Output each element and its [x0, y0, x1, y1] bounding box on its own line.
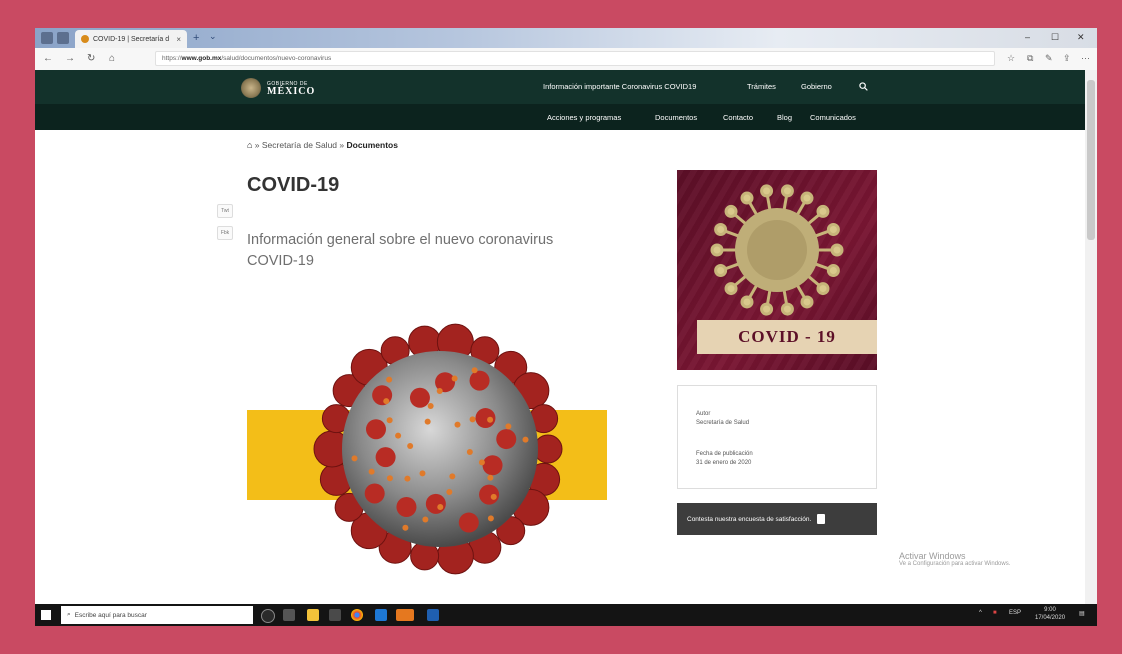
page-title: COVID-19	[247, 174, 340, 196]
store-icon[interactable]	[329, 609, 341, 621]
covid-side-image[interactable]: COVID - 19	[677, 170, 877, 370]
tray-language[interactable]: ESP	[1009, 610, 1021, 616]
windows-taskbar: ⌕ Escribe aquí para buscar ^ ■ ESP 9:00 …	[35, 604, 1097, 626]
maximize-button[interactable]: ☐	[1051, 32, 1059, 43]
tab-close-icon[interactable]: ×	[176, 35, 181, 44]
minimize-button[interactable]: –	[1025, 32, 1030, 42]
gobierno-logo[interactable]: GOBIERNO DE MÉXICO	[241, 78, 315, 98]
document-meta-box: Autor Secretaría de Salud Fecha de publi…	[677, 385, 877, 489]
share-twitter-button[interactable]: Twt	[217, 204, 233, 218]
scrollbar-thumb[interactable]	[1087, 80, 1095, 240]
hero-image	[247, 318, 607, 578]
windows-start-icon[interactable]	[41, 610, 51, 620]
tray-clock[interactable]: 9:00 17/04/2020	[1035, 606, 1065, 622]
tab-actions-icon[interactable]	[41, 32, 53, 44]
clipboard-icon	[817, 514, 826, 524]
desktop-screen: COVID-19 | Secretaría d × + ⌄ – ☐ ✕ ← → …	[35, 28, 1097, 626]
nav-covid-info[interactable]: Información importante Coronavirus COVID…	[543, 82, 696, 91]
share-icon[interactable]: ⇪	[1063, 53, 1071, 64]
url-domain: www.gob.mx	[181, 55, 222, 62]
side-image-label: COVID - 19	[697, 320, 877, 354]
edge-icon[interactable]	[375, 609, 387, 621]
tab-menu-icon[interactable]: ⌄	[209, 31, 217, 42]
taskbar-search-input[interactable]: ⌕ Escribe aquí para buscar	[61, 606, 253, 624]
cortana-icon[interactable]	[261, 609, 275, 623]
favicon-icon	[81, 35, 89, 43]
url-path: /salud/documentos/nuevo-coronavirus	[221, 55, 332, 62]
seal-icon	[241, 78, 261, 98]
collections-icon[interactable]: ⧉	[1027, 53, 1033, 64]
subnav-blog[interactable]: Blog	[777, 113, 792, 122]
file-explorer-icon[interactable]	[307, 609, 319, 621]
survey-label: Contesta nuestra encuesta de satisfacció…	[687, 515, 812, 523]
back-button[interactable]: ←	[43, 53, 53, 64]
address-bar-row: ← → ↻ ⌂ https://www.gob.mx/salud/documen…	[35, 48, 1097, 71]
survey-button[interactable]: Contesta nuestra encuesta de satisfacció…	[677, 503, 877, 535]
search-icon: ⌕	[67, 611, 71, 618]
more-icon[interactable]: ⋯	[1081, 53, 1090, 64]
outlook-icon[interactable]	[427, 609, 439, 621]
url-prefix: https://	[162, 55, 182, 62]
subnav-comunicados[interactable]: Comunicados	[810, 113, 856, 122]
date-label: Fecha de publicación	[696, 451, 753, 457]
tab-back-icon[interactable]	[57, 32, 69, 44]
site-subnav: Acciones y programas Documentos Contacto…	[35, 104, 1085, 130]
author-value: Secretaría de Salud	[696, 420, 750, 426]
url-input[interactable]: https://www.gob.mx/salud/documentos/nuev…	[155, 51, 995, 66]
share-facebook-button[interactable]: Fbk	[217, 226, 233, 240]
task-view-icon[interactable]	[283, 609, 295, 621]
new-tab-button[interactable]: +	[193, 32, 199, 44]
home-button[interactable]: ⌂	[109, 53, 115, 64]
subnav-documentos[interactable]: Documentos	[655, 113, 697, 122]
nav-tramites[interactable]: Trámites	[747, 82, 776, 91]
subnav-acciones[interactable]: Acciones y programas	[547, 113, 621, 122]
app-icon[interactable]	[396, 609, 414, 621]
favorites-icon[interactable]: ☆	[1007, 53, 1015, 64]
author-label: Autor	[696, 411, 711, 417]
subnav-contacto[interactable]: Contacto	[723, 113, 753, 122]
tray-arrow-icon[interactable]: ^	[979, 610, 982, 616]
forward-button[interactable]: →	[65, 53, 75, 64]
browser-tab-bar: COVID-19 | Secretaría d × + ⌄ – ☐ ✕	[35, 28, 1097, 48]
search-icon[interactable]	[859, 82, 868, 93]
pen-icon[interactable]: ✎	[1045, 53, 1053, 64]
breadcrumb-salud[interactable]: Secretaría de Salud	[262, 140, 337, 150]
activate-windows-watermark: Activar Windows Ve a Configuración para …	[899, 551, 1011, 567]
breadcrumb: ⌂ » Secretaría de Salud » Documentos	[247, 140, 398, 150]
chrome-icon[interactable]	[351, 609, 363, 621]
date-value: 31 de enero de 2020	[696, 460, 752, 466]
notifications-icon[interactable]: ▤	[1079, 610, 1085, 617]
tray-network-icon[interactable]: ■	[993, 610, 997, 616]
browser-tab[interactable]: COVID-19 | Secretaría d ×	[75, 30, 187, 48]
logo-line2: MÉXICO	[267, 86, 316, 97]
tab-title: COVID-19 | Secretaría d	[93, 35, 170, 43]
site-header: GOBIERNO DE MÉXICO Información important…	[35, 70, 1085, 104]
breadcrumb-documentos: Documentos	[346, 140, 398, 150]
reload-button[interactable]: ↻	[87, 53, 95, 64]
page-subtitle: Información general sobre el nuevo coron…	[247, 232, 554, 269]
close-window-button[interactable]: ✕	[1077, 32, 1085, 43]
nav-gobierno[interactable]: Gobierno	[801, 82, 832, 91]
virus-gold-icon	[710, 184, 844, 316]
coronavirus-illustration	[313, 323, 563, 575]
